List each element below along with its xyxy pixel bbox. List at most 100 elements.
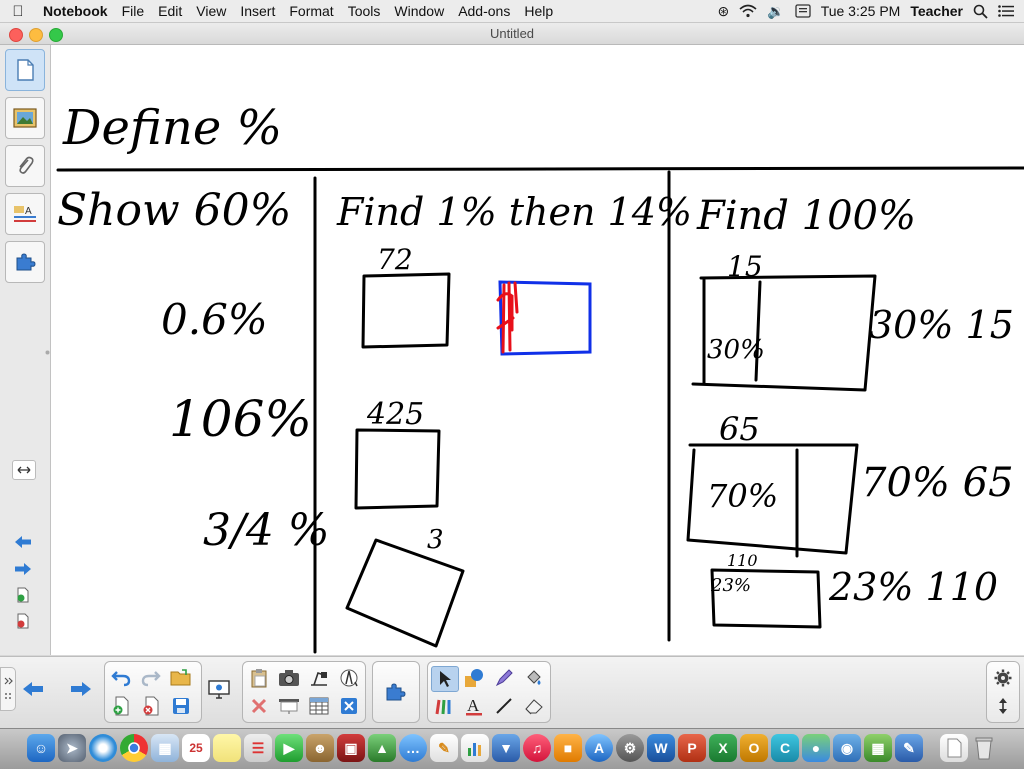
col3-item-23pct-110[interactable]: 23% 110 [829,565,998,609]
preview-icon[interactable]: ▦ [151,734,179,762]
launchpad-icon[interactable]: ➤ [58,734,86,762]
calendar-icon[interactable]: 25 [182,734,210,762]
itunes-icon[interactable]: ♫ [523,734,551,762]
screen-capture-button[interactable] [276,666,302,690]
line-tool-button[interactable] [491,694,517,718]
chrome-icon[interactable] [120,734,148,762]
smart-tools-icon[interactable]: ◉ [833,734,861,762]
whiteboard-canvas[interactable]: Define % Show 60% 0.6% 106% 3/4 % Find 1… [51,45,1024,655]
menu-help[interactable]: Help [517,3,560,19]
clock[interactable]: Tue 3:25 PM [821,3,901,19]
col3-item-70pct-65[interactable]: 70% 65 [861,460,1014,506]
col2-header[interactable]: Find 1% then 14% [337,190,692,234]
numbers-icon[interactable] [461,734,489,762]
side-delete-page-button[interactable] [12,612,34,630]
menu-view[interactable]: View [189,3,233,19]
notes-icon[interactable] [213,734,241,762]
save-button[interactable] [168,694,194,718]
add-page-button[interactable] [108,694,134,718]
attachments-tab[interactable] [5,145,45,187]
word-icon[interactable]: W [647,734,675,762]
menu-window[interactable]: Window [387,3,451,19]
open-file-button[interactable] [168,666,194,690]
keynote-icon[interactable]: ▼ [492,734,520,762]
move-sidebar-button[interactable] [12,460,36,480]
shapes-tool-button[interactable] [461,666,487,690]
menu-addons[interactable]: Add-ons [451,3,517,19]
addons-tab[interactable] [5,241,45,283]
spotlight-icon[interactable] [973,4,988,19]
outlook-icon[interactable]: O [740,734,768,762]
user-name[interactable]: Teacher [910,3,963,19]
move-toolbar-button[interactable] [990,694,1016,718]
side-add-page-button[interactable] [12,586,34,604]
app-store-icon[interactable]: A [585,734,613,762]
facetime-icon[interactable]: ▶ [275,734,303,762]
next-page-button[interactable] [68,677,94,701]
col3-item-30pct-15[interactable]: 30% 15 [869,303,1014,347]
col3-item-110[interactable]: 110 [727,551,758,570]
addons-button[interactable] [382,680,408,704]
wifi-icon[interactable] [739,4,757,18]
show-hide-screen-button[interactable] [276,694,302,718]
menu-tools[interactable]: Tools [341,3,388,19]
select-tool-button[interactable] [431,666,459,692]
trash-icon[interactable] [970,734,998,762]
pages-icon[interactable]: ✎ [430,734,458,762]
col3-item-30pct[interactable]: 30% [707,335,765,365]
measurement-tools-button[interactable] [336,666,362,690]
side-previous-page-button[interactable] [12,533,34,551]
col2-item-1[interactable]: 72 [377,243,413,276]
delete-page-button[interactable] [138,694,164,718]
iphoto-icon[interactable]: ▲ [368,734,396,762]
sidebar-resize-handle[interactable] [44,343,50,361]
smart-board-icon[interactable]: ▦ [864,734,892,762]
col2-item-2[interactable]: 425 [367,397,424,432]
col3-item-15[interactable]: 15 [727,250,763,283]
col1-header[interactable]: Show 60% [57,185,291,236]
undo-button[interactable] [108,666,134,690]
menu-app-name[interactable]: Notebook [36,3,115,19]
side-next-page-button[interactable] [12,560,34,578]
finder-icon[interactable]: ☺ [27,734,55,762]
delete-button[interactable] [246,694,272,718]
photo-booth-icon[interactable]: ▣ [337,734,365,762]
col3-item-70pct[interactable]: 70% [707,477,778,515]
col3-item-65[interactable]: 65 [719,410,760,448]
gallery-tab[interactable] [5,97,45,139]
input-menu-icon[interactable] [795,4,811,18]
col3-header[interactable]: Find 100% [697,193,916,239]
powerpoint-icon[interactable]: P [678,734,706,762]
messages-icon[interactable]: … [399,734,427,762]
safari-icon[interactable] [89,734,117,762]
document-camera-button[interactable] [306,666,332,690]
volume-icon[interactable]: 🔉 [767,3,784,20]
menu-edit[interactable]: Edit [151,3,189,19]
col1-item-3[interactable]: 3/4 % [203,505,330,556]
apple-menu-icon[interactable]:  [0,3,36,20]
notification-center-icon[interactable] [998,5,1014,17]
creative-pen-button[interactable] [491,666,517,690]
eraser-tool-button[interactable] [521,694,547,718]
lync-icon[interactable]: C [771,734,799,762]
toolbar-collapse-handle[interactable] [0,667,16,711]
paste-button[interactable] [246,666,272,690]
col3-item-23pct[interactable]: 23% [711,575,751,596]
screen-shade-button[interactable] [206,677,232,701]
col1-item-1[interactable]: 0.6% [161,295,268,344]
close-selection-button[interactable] [336,694,362,718]
smart-app-icon[interactable]: ● [802,734,830,762]
redo-button[interactable] [138,666,164,690]
board-heading[interactable]: Define % [63,100,282,156]
properties-button[interactable] [990,666,1016,690]
excel-icon[interactable]: X [709,734,737,762]
text-tool-button[interactable]: A [461,694,487,718]
notebook-app-icon[interactable]: ✎ [895,734,923,762]
previous-page-button[interactable] [20,677,46,701]
page-sorter-tab[interactable] [5,49,45,91]
menu-insert[interactable]: Insert [233,3,282,19]
system-preferences-icon[interactable]: ⚙ [616,734,644,762]
col1-item-2[interactable]: 106% [169,390,312,448]
fill-tool-button[interactable] [521,666,547,690]
downloads-stack-icon[interactable] [940,734,968,762]
